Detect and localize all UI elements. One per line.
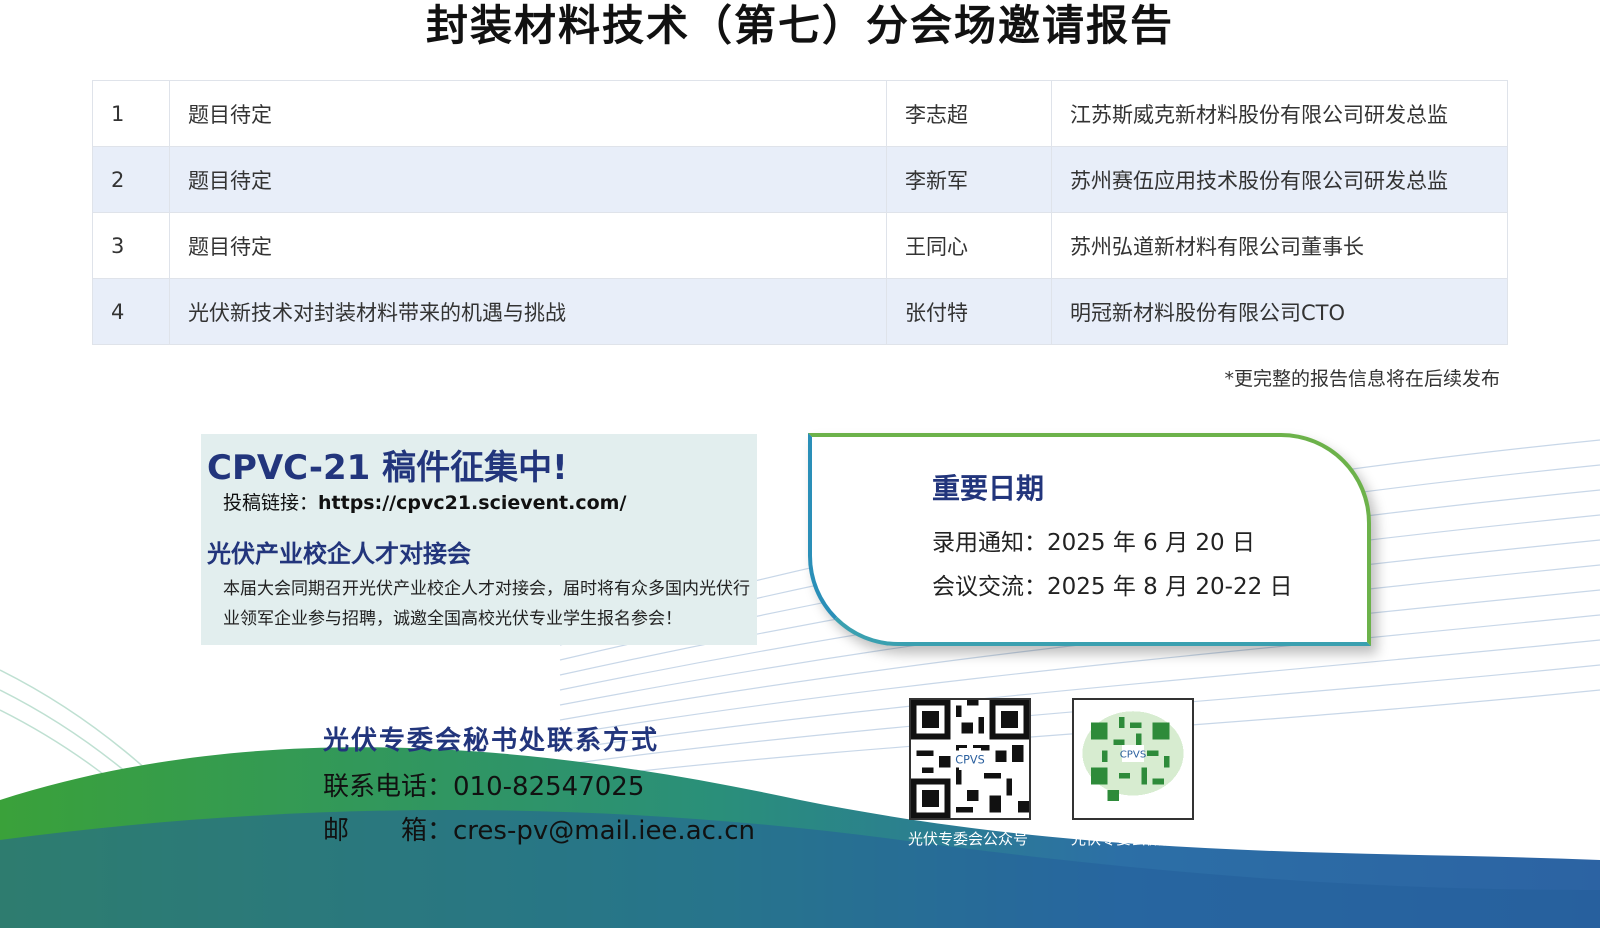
report-organization: 江苏斯威克新材料股份有限公司研发总监 (1051, 80, 1508, 147)
date-row-conference: 会议交流：2025 年 8 月 20-22 日 (932, 567, 1293, 601)
email-value[interactable]: cres-pv@mail.iee.ac.cn (453, 816, 755, 846)
date-label: 会议交流： (932, 574, 1047, 600)
qr-label-wechat: 光伏专委会微信号 (1070, 830, 1191, 848)
submission-label: 投稿链接： (223, 492, 319, 514)
qr-code-icon: CPVS (911, 700, 1029, 818)
page-title: 封装材料技术（第七）分会场邀请报告 (425, 1, 1174, 50)
qr-code-icon: CPVS (1074, 700, 1192, 818)
svg-text:CPVS: CPVS (955, 753, 984, 766)
report-speaker: 王同心 (886, 212, 1052, 279)
qr-code-wechat: CPVS (1072, 698, 1194, 820)
contact-title: 光伏专委会秘书处联系方式 (323, 726, 660, 756)
contact-email: 邮 箱：cres-pv@mail.iee.ac.cn (323, 810, 755, 847)
reports-table: 1 题目待定 李志超 江苏斯威克新材料股份有限公司研发总监 2 题目待定 李新军… (92, 80, 1508, 345)
report-topic: 题目待定 (169, 80, 887, 147)
report-speaker: 李志超 (886, 80, 1052, 147)
report-organization: 苏州弘道新材料有限公司董事长 (1051, 212, 1508, 279)
report-organization: 明冠新材料股份有限公司CTO (1051, 278, 1508, 345)
date-row-acceptance: 录用通知：2025 年 6 月 20 日 (932, 523, 1255, 557)
report-topic: 光伏新技术对封装材料带来的机遇与挑战 (169, 278, 887, 345)
contact-phone: 联系电话：010-82547025 (323, 766, 644, 803)
report-topic: 题目待定 (169, 212, 887, 279)
report-number: 3 (92, 212, 170, 279)
date-value: 2025 年 6 月 20 日 (1047, 530, 1255, 556)
report-number: 1 (92, 80, 170, 147)
job-fair-description: 本届大会同期召开光伏产业校企人才对接会，届时将有众多国内光伏行业领军企业参与招聘… (223, 579, 750, 629)
job-fair-title: 光伏产业校企人才对接会 (207, 540, 471, 568)
report-topic: 题目待定 (169, 146, 887, 213)
email-label: 邮 箱： (323, 816, 454, 846)
call-title: CPVC-21 稿件征集中! (207, 448, 568, 488)
date-label: 录用通知： (932, 530, 1047, 556)
call-for-papers-panel: CPVC-21 稿件征集中! 投稿链接：https://cpvc21.sciev… (201, 434, 757, 645)
table-row: 1 题目待定 李志超 江苏斯威克新材料股份有限公司研发总监 (92, 80, 1508, 147)
date-value: 2025 年 8 月 20-22 日 (1047, 574, 1293, 600)
phone-value: 010-82547025 (453, 772, 645, 802)
qr-label-official-account: 光伏专委会公众号 (907, 830, 1028, 848)
qr-code-official-account: CPVS (909, 698, 1031, 820)
report-organization: 苏州赛伍应用技术股份有限公司研发总监 (1051, 146, 1508, 213)
submission-line: 投稿链接：https://cpvc21.scievent.com/ (223, 488, 626, 515)
table-row: 3 题目待定 王同心 苏州弘道新材料有限公司董事长 (92, 212, 1508, 279)
report-number: 4 (92, 278, 170, 345)
report-speaker: 李新军 (886, 146, 1052, 213)
svg-text:CPVS: CPVS (1120, 749, 1147, 760)
report-speaker: 张付特 (886, 278, 1052, 345)
table-row: 4 光伏新技术对封装材料带来的机遇与挑战 张付特 明冠新材料股份有限公司CTO (92, 278, 1508, 345)
important-dates-card: 重要日期 录用通知：2025 年 6 月 20 日 会议交流：2025 年 8 … (808, 433, 1371, 646)
report-number: 2 (92, 146, 170, 213)
footnote: *更完整的报告信息将在后续发布 (1224, 368, 1500, 390)
dates-title: 重要日期 (932, 472, 1045, 505)
phone-label: 联系电话： (323, 772, 454, 802)
table-row: 2 题目待定 李新军 苏州赛伍应用技术股份有限公司研发总监 (92, 146, 1508, 213)
submission-link[interactable]: https://cpvc21.scievent.com/ (318, 492, 626, 514)
